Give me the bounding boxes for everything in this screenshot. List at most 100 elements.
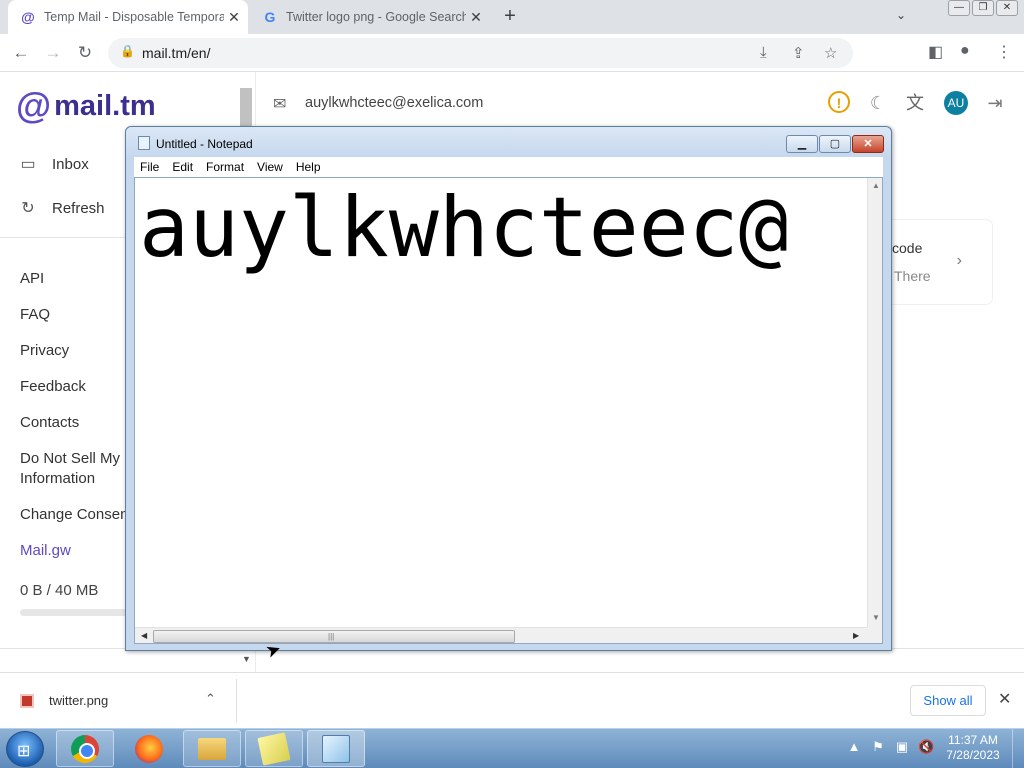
notepad-icon: [322, 735, 350, 763]
share-icon[interactable]: ⇪: [792, 44, 805, 62]
taskbar-explorer[interactable]: [183, 730, 241, 767]
new-tab-button[interactable]: +: [498, 5, 522, 29]
notepad-minimize-button[interactable]: ▁: [786, 135, 818, 153]
tab-search-chevron-icon[interactable]: ⌄: [896, 8, 906, 22]
horizontal-scrollbar[interactable]: ◀ ||| ▶: [135, 627, 867, 643]
tab-close-icon[interactable]: ✕: [224, 9, 244, 26]
kebab-menu-icon[interactable]: ⋮: [996, 42, 1012, 62]
vertical-scrollbar[interactable]: ▲ ▼: [867, 178, 882, 627]
chevron-right-icon: ›: [956, 252, 962, 269]
taskbar-firefox[interactable]: [120, 730, 178, 767]
taskbar-sticky-notes[interactable]: [245, 730, 303, 767]
avatar[interactable]: AU: [944, 91, 968, 115]
mailtm-logo[interactable]: @ mail.tm: [16, 88, 156, 124]
image-file-icon: [20, 694, 34, 708]
address-bar[interactable]: 🔒 mail.tm/en/ ☆ ⇪ ⤓: [108, 38, 853, 68]
tab-temp-mail[interactable]: @ Temp Mail - Disposable Tempora ✕: [8, 0, 248, 34]
link-change-consent[interactable]: Change Consen: [20, 505, 128, 525]
link-privacy[interactable]: Privacy: [20, 341, 69, 361]
email-address[interactable]: auylkwhcteec@exelica.com: [305, 95, 483, 111]
back-arrow-icon[interactable]: ←: [10, 42, 32, 64]
taskbar-notepad[interactable]: [307, 730, 365, 767]
card-line-2: There: [894, 268, 931, 284]
chrome-icon: [71, 735, 99, 763]
browser-window-controls: — ❐ ✕: [948, 0, 1018, 16]
browser-tab-strip: @ Temp Mail - Disposable Tempora ✕ G Twi…: [0, 0, 1024, 34]
sticky-notes-icon: [257, 732, 291, 766]
tray-expand-icon[interactable]: ▲: [846, 739, 862, 755]
sidebar-item-label: Refresh: [52, 199, 105, 217]
logout-icon[interactable]: ⇥: [983, 91, 1007, 115]
clock-time: 11:37 AM: [948, 733, 998, 747]
scroll-down-icon[interactable]: ▼: [872, 613, 880, 622]
download-filename[interactable]: twitter.png: [49, 693, 108, 708]
dark-mode-moon-icon[interactable]: ☾: [866, 91, 890, 115]
action-center-flag-icon[interactable]: ⚑: [870, 739, 886, 755]
notepad-close-button[interactable]: ✕: [852, 135, 884, 153]
side-panel-icon[interactable]: ◧: [928, 42, 943, 62]
translate-icon[interactable]: 文: [903, 91, 927, 115]
reload-icon[interactable]: ↻: [74, 42, 96, 64]
link-api[interactable]: API: [20, 269, 44, 289]
forward-arrow-icon[interactable]: →: [42, 42, 64, 64]
notepad-menubar: File Edit Format View Help: [134, 157, 883, 177]
tab-close-icon[interactable]: ✕: [466, 9, 486, 26]
profile-icon[interactable]: ●: [960, 42, 970, 60]
menu-edit[interactable]: Edit: [172, 160, 193, 174]
storage-quota: 0 B / 40 MB: [20, 582, 99, 599]
url-text[interactable]: mail.tm/en/: [142, 45, 210, 61]
horizontal-scroll-thumb[interactable]: |||: [153, 630, 515, 643]
menu-view[interactable]: View: [257, 160, 283, 174]
show-all-button[interactable]: Show all: [910, 685, 986, 716]
firefox-icon: [135, 735, 163, 763]
tab-google-search[interactable]: G Twitter logo png - Google Search ✕: [250, 0, 490, 34]
volume-muted-icon[interactable]: 🔇: [918, 739, 934, 755]
link-feedback[interactable]: Feedback: [20, 377, 86, 397]
scroll-up-icon[interactable]: ▲: [872, 181, 880, 190]
card-line-1: code: [892, 240, 923, 256]
minimize-button[interactable]: —: [948, 0, 970, 16]
notepad-text-area[interactable]: auylkwhcteec@ ▲ ▼ ◀ ||| ▶: [134, 177, 883, 644]
size-grip[interactable]: [867, 627, 882, 643]
network-icon[interactable]: ▣: [894, 739, 910, 755]
message-card[interactable]: code There ›: [880, 220, 992, 304]
sidebar-item-refresh[interactable]: ↻ Refresh: [18, 198, 105, 218]
install-icon[interactable]: ⤓: [760, 44, 767, 61]
taskbar-clock[interactable]: 11:37 AM 7/28/2023: [940, 733, 1006, 763]
envelope-icon: ✉: [273, 96, 287, 113]
close-window-button[interactable]: ✕: [996, 0, 1018, 16]
tab-title: Twitter logo png - Google Search: [286, 10, 466, 24]
download-divider: [236, 679, 237, 723]
lock-icon[interactable]: 🔒: [120, 44, 135, 58]
menu-file[interactable]: File: [140, 160, 159, 174]
chevron-up-icon[interactable]: ⌃: [205, 691, 216, 707]
browser-toolbar: ← → ↻ 🔒 mail.tm/en/ ☆ ⇪ ⤓ ◧ ● ⋮: [0, 34, 1024, 72]
start-button[interactable]: ⊞: [6, 731, 44, 767]
warning-icon[interactable]: !: [828, 91, 850, 113]
notepad-maximize-button[interactable]: ▢: [819, 135, 851, 153]
scroll-right-icon[interactable]: ▶: [853, 631, 859, 640]
menu-format[interactable]: Format: [206, 160, 244, 174]
notepad-content[interactable]: auylkwhcteec@: [139, 180, 789, 276]
star-icon[interactable]: ☆: [824, 44, 837, 62]
taskbar-chrome[interactable]: [56, 730, 114, 767]
notepad-window: Untitled - Notepad ▁ ▢ ✕ File Edit Forma…: [125, 126, 892, 651]
scroll-down-arrow-icon[interactable]: ▼: [242, 654, 251, 664]
close-download-bar-icon[interactable]: ✕: [998, 689, 1011, 709]
link-faq[interactable]: FAQ: [20, 305, 50, 325]
scroll-grip-icon: |||: [328, 632, 335, 641]
show-desktop-button[interactable]: [1012, 729, 1024, 768]
clock-date: 7/28/2023: [946, 748, 1000, 762]
link-mail-gw[interactable]: Mail.gw: [20, 541, 71, 561]
windows-taskbar: ⊞ ▲ ⚑ ▣ 🔇 11:37 AM 7/28/2023: [0, 728, 1024, 768]
mail-tm-at-icon: @: [21, 9, 35, 25]
refresh-icon: ↻: [21, 200, 35, 217]
notepad-titlebar[interactable]: Untitled - Notepad ▁ ▢ ✕: [126, 127, 891, 159]
link-do-not-sell[interactable]: Do Not Sell My P Information: [20, 449, 134, 489]
sidebar-item-inbox[interactable]: ▭ Inbox: [18, 154, 88, 174]
scroll-left-icon[interactable]: ◀: [141, 631, 147, 640]
mail-header: ✉ auylkwhcteec@exelica.com ! ☾ 文 AU ⇥: [257, 72, 1024, 134]
menu-help[interactable]: Help: [296, 160, 321, 174]
link-contacts[interactable]: Contacts: [20, 413, 79, 433]
restore-button[interactable]: ❐: [972, 0, 994, 16]
